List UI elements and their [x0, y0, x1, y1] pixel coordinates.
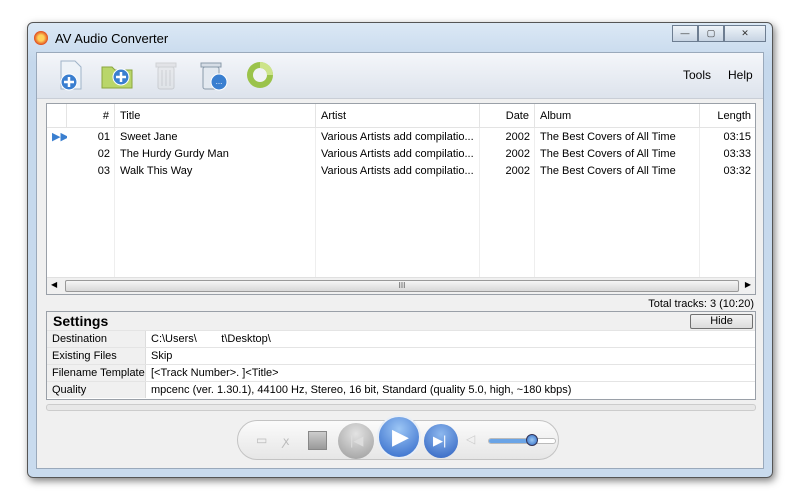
table-row[interactable]: ▶▶ 01 Sweet Jane Various Artists add com…	[47, 129, 755, 146]
convert-button[interactable]	[244, 59, 276, 91]
setting-destination[interactable]: Destination C:\Users\ t\Desktop\	[47, 330, 755, 347]
col-artist[interactable]: Artist	[316, 104, 480, 127]
title-bar: AV Audio Converter — ▢ ✕	[28, 23, 772, 51]
track-list[interactable]: # Title Artist Date Album Length ▶▶ 01 S…	[46, 103, 756, 295]
track-album: The Best Covers of All Time	[540, 165, 676, 177]
col-title[interactable]: Title	[115, 104, 316, 127]
convert-icon	[247, 62, 273, 88]
track-number: 03	[97, 165, 110, 177]
track-date: 2002	[505, 165, 530, 177]
toolbar: ... Tools Help	[37, 53, 763, 99]
volume-slider[interactable]	[488, 434, 556, 446]
track-album: The Best Covers of All Time	[540, 148, 676, 160]
repeat-icon[interactable]: ▭	[256, 433, 267, 447]
maximize-button[interactable]: ▢	[698, 25, 724, 42]
close-button[interactable]: ✕	[724, 25, 766, 42]
list-header: # Title Artist Date Album Length	[47, 104, 755, 128]
track-number: 02	[97, 148, 110, 160]
volume-knob[interactable]	[525, 434, 538, 446]
track-date: 2002	[505, 148, 530, 160]
horizontal-scrollbar[interactable]: ◀ III ▶	[47, 277, 755, 294]
svg-text:...: ...	[216, 77, 223, 86]
volume-icon[interactable]: ◁	[466, 432, 475, 446]
app-logo-icon	[34, 31, 48, 45]
scroll-right-arrow[interactable]: ▶	[745, 280, 751, 289]
setting-key: Filename Template	[47, 365, 146, 381]
minimize-button[interactable]: —	[672, 25, 698, 42]
track-length: 03:33	[723, 148, 751, 160]
add-files-button[interactable]	[55, 59, 87, 91]
setting-key: Destination	[47, 331, 146, 347]
track-title: The Hurdy Gurdy Man	[120, 148, 229, 160]
track-length: 03:32	[723, 165, 751, 177]
setting-quality[interactable]: Quality mpcenc (ver. 1.30.1), 44100 Hz, S…	[47, 381, 755, 398]
setting-value[interactable]: mpcenc (ver. 1.30.1), 44100 Hz, Stereo, …	[151, 382, 571, 398]
setting-existing-files[interactable]: Existing Files Skip	[47, 347, 755, 364]
trash-all-icon: ...	[200, 62, 228, 91]
table-row[interactable]: 03 Walk This Way Various Artists add com…	[47, 163, 755, 180]
progress-bar	[46, 404, 756, 411]
previous-button[interactable]: |◀	[338, 423, 374, 459]
col-icon[interactable]	[47, 104, 67, 127]
now-playing-icon: ▶▶	[52, 131, 67, 143]
track-album: The Best Covers of All Time	[540, 131, 676, 143]
track-artist: Various Artists add compilatio...	[321, 131, 474, 143]
play-icon: ▶	[392, 424, 409, 449]
add-folder-button[interactable]	[100, 59, 133, 91]
settings-title: Settings	[53, 313, 109, 329]
trash-icon	[155, 62, 177, 90]
menu-tools[interactable]: Tools	[683, 68, 711, 82]
col-number[interactable]: #	[67, 104, 115, 127]
scroll-left-arrow[interactable]: ◀	[51, 280, 57, 289]
setting-filename-template[interactable]: Filename Template [<Track Number>. ]<Titl…	[47, 364, 755, 381]
setting-value[interactable]: [<Track Number>. ]<Title>	[151, 365, 279, 381]
table-row[interactable]: 02 The Hurdy Gurdy Man Various Artists a…	[47, 146, 755, 163]
hide-button[interactable]: Hide	[690, 314, 753, 329]
track-artist: Various Artists add compilatio...	[321, 165, 474, 177]
setting-value[interactable]: C:\Users\ t\Desktop\	[151, 331, 271, 347]
track-title: Walk This Way	[120, 165, 193, 177]
next-button[interactable]: ▶|	[424, 424, 458, 458]
track-length: 03:15	[723, 131, 751, 143]
remove-button[interactable]	[150, 59, 182, 91]
add-file-icon	[60, 60, 82, 91]
col-length[interactable]: Length	[700, 104, 756, 127]
track-number: 01	[97, 131, 110, 143]
settings-panel: Settings Hide Destination C:\Users\ t\Des…	[46, 311, 756, 400]
track-title: Sweet Jane	[120, 131, 178, 143]
setting-key: Quality	[47, 382, 146, 398]
app-window: AV Audio Converter — ▢ ✕ ... Tools Help …	[27, 22, 773, 478]
scroll-thumb[interactable]: III	[65, 280, 739, 292]
total-tracks: Total tracks: 3 (10:20)	[648, 298, 754, 310]
play-button[interactable]: ▶	[377, 415, 421, 459]
stop-button[interactable]	[308, 431, 327, 450]
setting-value[interactable]: Skip	[151, 348, 172, 364]
next-icon: ▶|	[433, 433, 447, 448]
remove-all-button[interactable]: ...	[197, 59, 229, 91]
track-artist: Various Artists add compilatio...	[321, 148, 474, 160]
add-folder-icon	[101, 66, 133, 89]
player-controls: ▭ ꭗ |◀ ▶ ▶| ◁	[237, 415, 559, 460]
menu-help[interactable]: Help	[728, 68, 753, 82]
setting-key: Existing Files	[47, 348, 146, 364]
col-album[interactable]: Album	[535, 104, 700, 127]
previous-icon: |◀	[350, 433, 364, 448]
col-date[interactable]: Date	[480, 104, 535, 127]
window-title: AV Audio Converter	[55, 31, 169, 46]
track-date: 2002	[505, 131, 530, 143]
shuffle-icon[interactable]: ꭗ	[283, 432, 289, 449]
